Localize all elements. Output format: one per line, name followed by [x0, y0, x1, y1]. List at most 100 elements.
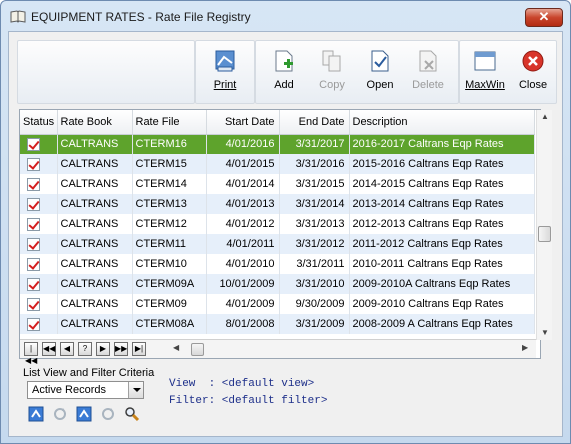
cell-status[interactable]	[20, 294, 58, 314]
view-select-icon[interactable]	[28, 406, 44, 422]
vertical-scrollbar[interactable]: ▲ ▼	[536, 110, 552, 340]
status-checkbox[interactable]	[27, 278, 40, 291]
status-checkbox[interactable]	[27, 258, 40, 271]
status-checkbox[interactable]	[27, 318, 40, 331]
app-window: EQUIPMENT RATES - Rate File Registry ✕ P…	[0, 0, 571, 444]
cell-status[interactable]	[20, 214, 58, 234]
status-checkbox[interactable]	[27, 198, 40, 211]
maxwin-button[interactable]: MaxWin	[463, 45, 507, 101]
cell-rate-file: CTERM15	[132, 154, 207, 174]
status-checkbox[interactable]	[27, 138, 40, 152]
table-row[interactable]: CALTRANS CTERM08A 8/01/2008 3/31/2009 2008-2…	[20, 314, 535, 334]
horizontal-scroll-thumb[interactable]	[191, 343, 204, 356]
status-checkbox[interactable]	[27, 298, 40, 311]
cell-status[interactable]	[20, 234, 58, 254]
column-header-rate-file[interactable]: Rate File	[132, 110, 207, 135]
cell-rate-file: CTERM16	[132, 134, 207, 154]
title-bar: EQUIPMENT RATES - Rate File Registry ✕	[1, 1, 570, 31]
record-filter-select[interactable]: Active Records	[27, 381, 144, 399]
column-header-start-date[interactable]: Start Date	[206, 110, 280, 135]
cell-status[interactable]	[20, 174, 58, 194]
cell-description: 2012-2013 Caltrans Eqp Rates	[349, 214, 535, 234]
column-header-rate-book[interactable]: Rate Book	[57, 110, 133, 135]
add-button[interactable]: Add	[262, 45, 306, 101]
cell-end-date: 3/31/2013	[279, 214, 350, 234]
cell-status[interactable]	[20, 134, 58, 154]
close-button[interactable]: Close	[511, 45, 555, 101]
cell-rate-file: CTERM11	[132, 234, 207, 254]
cell-end-date: 3/31/2015	[279, 174, 350, 194]
next-record-button[interactable]: ▶	[96, 342, 110, 356]
open-button[interactable]: Open	[358, 45, 402, 101]
open-label: Open	[366, 79, 394, 91]
cell-end-date: 3/31/2014	[279, 194, 350, 214]
cell-description: 2015-2016 Caltrans Eqp Rates	[349, 154, 535, 174]
column-header-status[interactable]: Status	[20, 110, 58, 135]
window-close-button[interactable]: ✕	[525, 8, 563, 27]
status-checkbox[interactable]	[27, 158, 40, 171]
delete-button[interactable]: Delete	[406, 45, 450, 101]
cell-status[interactable]	[20, 254, 58, 274]
search-icon[interactable]	[124, 406, 140, 422]
table-row[interactable]: CALTRANS CTERM09 4/01/2009 9/30/2009 2009-20…	[20, 294, 535, 314]
next-page-button[interactable]: ▶▶	[114, 342, 128, 356]
cell-start-date: 10/01/2009	[206, 274, 280, 294]
vertical-scroll-thumb[interactable]	[538, 226, 551, 242]
toolbar-group-empty	[17, 40, 195, 104]
view-criteria-text: View : <default view>	[169, 378, 315, 390]
cell-status[interactable]	[20, 314, 58, 334]
cell-status[interactable]	[20, 154, 58, 174]
first-record-button[interactable]: |◀◀	[24, 342, 38, 365]
cell-rate-file: CTERM09	[132, 294, 207, 314]
rate-file-grid: Status Rate Book Rate File Start Date En…	[19, 109, 552, 365]
cell-description: 2011-2012 Caltrans Eqp Rates	[349, 234, 535, 254]
status-checkbox[interactable]	[27, 218, 40, 231]
table-row[interactable]: CALTRANS CTERM13 4/01/2013 3/31/2014 2013-20…	[20, 194, 535, 214]
cell-start-date: 4/01/2010	[206, 254, 280, 274]
cell-end-date: 9/30/2009	[279, 294, 350, 314]
table-row[interactable]: CALTRANS CTERM09A 10/01/2009 3/31/2010 2009-…	[20, 274, 535, 294]
previous-page-button[interactable]: ◀◀	[42, 342, 56, 356]
column-header-description[interactable]: Description	[349, 110, 535, 135]
cell-rate-file: CTERM08A	[132, 314, 207, 334]
cell-start-date: 8/01/2008	[206, 314, 280, 334]
open-document-icon	[371, 50, 389, 72]
cell-rate-file: CTERM09A	[132, 274, 207, 294]
table-row[interactable]: CALTRANS CTERM12 4/01/2012 3/31/2013 2012-20…	[20, 214, 535, 234]
filter-section-label: List View and Filter Criteria	[23, 367, 155, 379]
cell-end-date: 3/31/2017	[279, 134, 350, 154]
table-row[interactable]: CALTRANS CTERM14 4/01/2014 3/31/2015 2014-20…	[20, 174, 535, 194]
cell-start-date: 4/01/2014	[206, 174, 280, 194]
scroll-down-icon[interactable]: ▼	[541, 328, 549, 337]
cell-status[interactable]	[20, 194, 58, 214]
chevron-down-icon[interactable]	[128, 382, 143, 398]
copy-button[interactable]: Copy	[310, 45, 354, 101]
table-row[interactable]: CALTRANS CTERM11 4/01/2011 3/31/2012 2011-20…	[20, 234, 535, 254]
column-header-end-date[interactable]: End Date	[279, 110, 350, 135]
toolbar-group-print: Print	[195, 40, 255, 104]
filter-refresh-icon[interactable]	[100, 406, 116, 422]
cell-start-date: 4/01/2013	[206, 194, 280, 214]
filter-select-icon[interactable]	[76, 406, 92, 422]
add-label: Add	[274, 79, 294, 91]
record-filter-value: Active Records	[32, 384, 106, 396]
table-row[interactable]: CALTRANS CTERM15 4/01/2015 3/31/2016 2015-20…	[20, 154, 535, 174]
scroll-left-icon[interactable]: ◀	[173, 343, 179, 352]
cell-start-date: 4/01/2015	[206, 154, 280, 174]
cell-end-date: 3/31/2016	[279, 154, 350, 174]
cell-start-date: 4/01/2012	[206, 214, 280, 234]
status-checkbox[interactable]	[27, 238, 40, 251]
previous-record-button[interactable]: ◀	[60, 342, 74, 356]
help-button[interactable]: ?	[78, 342, 92, 356]
view-refresh-icon[interactable]	[52, 406, 68, 422]
table-row[interactable]: CALTRANS CTERM10 4/01/2010 3/31/2011 2010-20…	[20, 254, 535, 274]
print-button[interactable]: Print	[203, 45, 247, 101]
scroll-up-icon[interactable]: ▲	[541, 112, 549, 121]
scroll-right-icon[interactable]: ▶	[522, 343, 528, 352]
table-row[interactable]: CALTRANS CTERM16 4/01/2016 3/31/2017 2016-20…	[20, 134, 535, 154]
cell-rate-book: CALTRANS	[57, 234, 133, 254]
copy-label: Copy	[319, 79, 345, 91]
cell-status[interactable]	[20, 274, 58, 294]
last-record-button[interactable]: ▶|	[132, 342, 146, 356]
status-checkbox[interactable]	[27, 178, 40, 191]
